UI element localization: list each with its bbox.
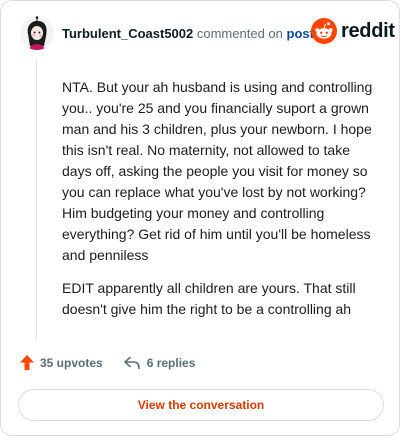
upvote-arrow-icon — [20, 355, 34, 370]
comment-paragraph: EDIT apparently all children are yours. … — [62, 280, 356, 317]
reddit-snoo-icon — [311, 18, 337, 44]
upvote-button[interactable]: 35 upvotes — [20, 355, 103, 370]
upvote-count: 35 upvotes — [40, 355, 103, 370]
post-link[interactable]: post — [287, 26, 314, 41]
comment-actions: 35 upvotes 6 replies — [20, 355, 215, 370]
reddit-wordmark: reddit — [341, 19, 395, 42]
thread-line — [36, 59, 37, 339]
replies-button[interactable]: 6 replies — [123, 355, 196, 370]
reddit-logo[interactable]: reddit — [311, 18, 395, 44]
comment-paragraph: NTA. But your ah husband is using and co… — [62, 79, 373, 263]
view-conversation-button[interactable]: View the conversation — [18, 389, 384, 421]
commented-on-text: commented on — [196, 26, 283, 41]
comment-body: NTA. But your ah husband is using and co… — [62, 77, 380, 332]
avatar[interactable] — [20, 16, 54, 50]
reply-arrow-icon — [123, 356, 140, 369]
avatar-image — [20, 16, 54, 50]
view-conversation-label: View the conversation — [137, 398, 265, 412]
username-link[interactable]: Turbulent_Coast5002 — [62, 26, 193, 41]
reply-count: 6 replies — [146, 355, 196, 370]
embedded-comment-card: Turbulent_Coast5002 commented on post re… — [0, 0, 400, 436]
comment-header: Turbulent_Coast5002 commented on post — [62, 26, 314, 41]
